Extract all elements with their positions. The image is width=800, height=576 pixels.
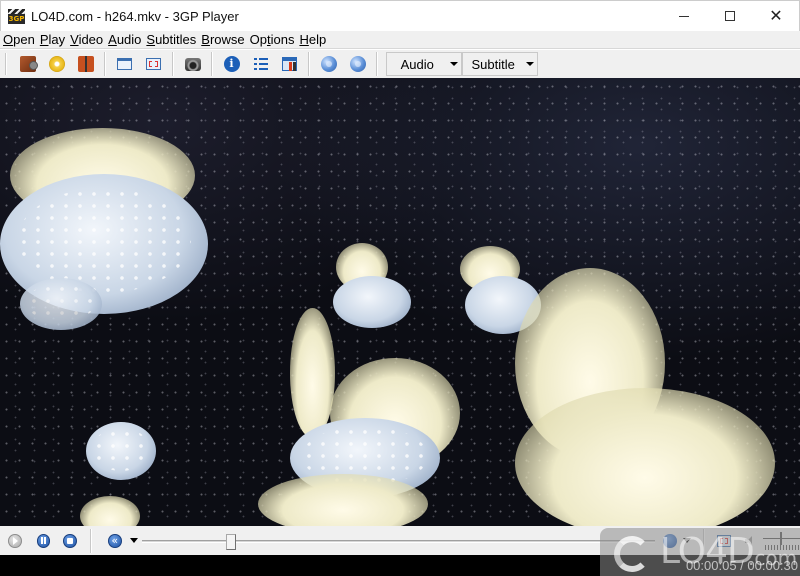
open-file-button[interactable] bbox=[16, 53, 39, 76]
list-icon bbox=[253, 58, 268, 70]
maximize-button[interactable] bbox=[707, 1, 753, 31]
minimize-icon bbox=[679, 15, 689, 17]
tools-icon bbox=[282, 57, 297, 71]
box-icon bbox=[77, 56, 94, 72]
info-icon: i bbox=[223, 56, 240, 72]
open-file-icon bbox=[19, 56, 38, 72]
globe-icon bbox=[320, 56, 337, 72]
close-icon: ✕ bbox=[769, 6, 783, 25]
jellyfish bbox=[515, 388, 775, 526]
jellyfish bbox=[258, 474, 428, 526]
volume-thumb[interactable] bbox=[779, 531, 782, 545]
preferences-button[interactable] bbox=[278, 53, 301, 76]
toolbar: i Audio Subtitle bbox=[0, 49, 800, 78]
jellyfish bbox=[333, 276, 411, 328]
minimize-button[interactable] bbox=[661, 1, 707, 31]
fullscreen-toggle-icon[interactable] bbox=[716, 534, 732, 547]
rewind-button[interactable] bbox=[107, 533, 122, 548]
menu-options[interactable]: Options bbox=[247, 31, 297, 49]
seek-thumb[interactable] bbox=[225, 533, 236, 550]
disc-icon bbox=[48, 56, 65, 72]
audio-dropdown[interactable]: Audio bbox=[386, 52, 462, 76]
toolbar-separator bbox=[104, 52, 106, 76]
menu-video[interactable]: Video bbox=[67, 31, 105, 49]
jellyfish bbox=[86, 422, 156, 480]
chevron-down-icon bbox=[447, 53, 461, 75]
fullscreen-icon bbox=[146, 58, 161, 70]
camera-icon bbox=[184, 57, 201, 71]
jellyfish bbox=[20, 278, 102, 330]
menu-open[interactable]: Open bbox=[0, 31, 37, 49]
playback-controls bbox=[0, 526, 800, 555]
snapshot-button[interactable] bbox=[181, 53, 204, 76]
toolbar-separator bbox=[308, 52, 310, 76]
fullscreen-button[interactable] bbox=[142, 53, 165, 76]
toolbar-separator bbox=[172, 52, 174, 76]
audio-dropdown-label: Audio bbox=[400, 56, 434, 72]
app-icon: 3GP bbox=[8, 8, 25, 24]
forward-dropdown-icon[interactable] bbox=[682, 538, 691, 543]
rewind-dropdown-icon[interactable] bbox=[129, 538, 138, 543]
menu-help[interactable]: Help bbox=[296, 31, 328, 49]
close-button[interactable]: ✕ bbox=[753, 1, 799, 31]
seek-track[interactable] bbox=[141, 539, 656, 543]
window-icon bbox=[117, 58, 132, 70]
pause-button[interactable] bbox=[36, 533, 51, 548]
window-title: LO4D.com - h264.mkv - 3GP Player bbox=[31, 8, 239, 24]
prev-globe-button[interactable] bbox=[317, 53, 340, 76]
toolbar-grip[interactable] bbox=[5, 53, 7, 75]
status-bar: 00:00:05 / 00:00:30 bbox=[0, 555, 800, 576]
menu-browse[interactable]: Browse bbox=[198, 31, 246, 49]
toolbar-separator bbox=[376, 52, 378, 76]
maximize-icon bbox=[725, 11, 735, 21]
toolbar-separator bbox=[211, 52, 213, 76]
controls-separator bbox=[702, 528, 705, 553]
subtitle-dropdown[interactable]: Subtitle bbox=[462, 52, 538, 76]
title-bar: 3GP LO4D.com - h264.mkv - 3GP Player ✕ bbox=[0, 0, 800, 31]
speaker-icon[interactable] bbox=[745, 535, 753, 546]
open-disc-button[interactable] bbox=[45, 53, 68, 76]
menu-bar: Open Play Video Audio Subtitles Browse Options… bbox=[0, 31, 800, 49]
next-globe-button[interactable] bbox=[346, 53, 369, 76]
menu-play[interactable]: Play bbox=[37, 31, 67, 49]
menu-subtitles[interactable]: Subtitles bbox=[143, 31, 198, 49]
volume-slider[interactable] bbox=[763, 531, 800, 551]
stop-button[interactable] bbox=[63, 533, 77, 548]
forward-button[interactable] bbox=[663, 533, 677, 548]
chevron-down-icon bbox=[523, 53, 537, 75]
info-button[interactable]: i bbox=[220, 53, 243, 76]
time-display: 00:00:05 / 00:00:30 bbox=[685, 558, 798, 573]
playlist-button[interactable] bbox=[249, 53, 272, 76]
controls-separator bbox=[89, 528, 92, 553]
video-display[interactable] bbox=[0, 78, 800, 526]
volume-ticks bbox=[765, 544, 800, 550]
globe-icon bbox=[349, 56, 366, 72]
subtitle-dropdown-label: Subtitle bbox=[471, 56, 515, 72]
menu-audio[interactable]: Audio bbox=[105, 31, 143, 49]
play-button[interactable] bbox=[8, 533, 22, 548]
seek-slider[interactable] bbox=[141, 531, 656, 551]
jellyfish bbox=[290, 308, 335, 438]
open-url-button[interactable] bbox=[74, 53, 97, 76]
window-mode-button[interactable] bbox=[113, 53, 136, 76]
